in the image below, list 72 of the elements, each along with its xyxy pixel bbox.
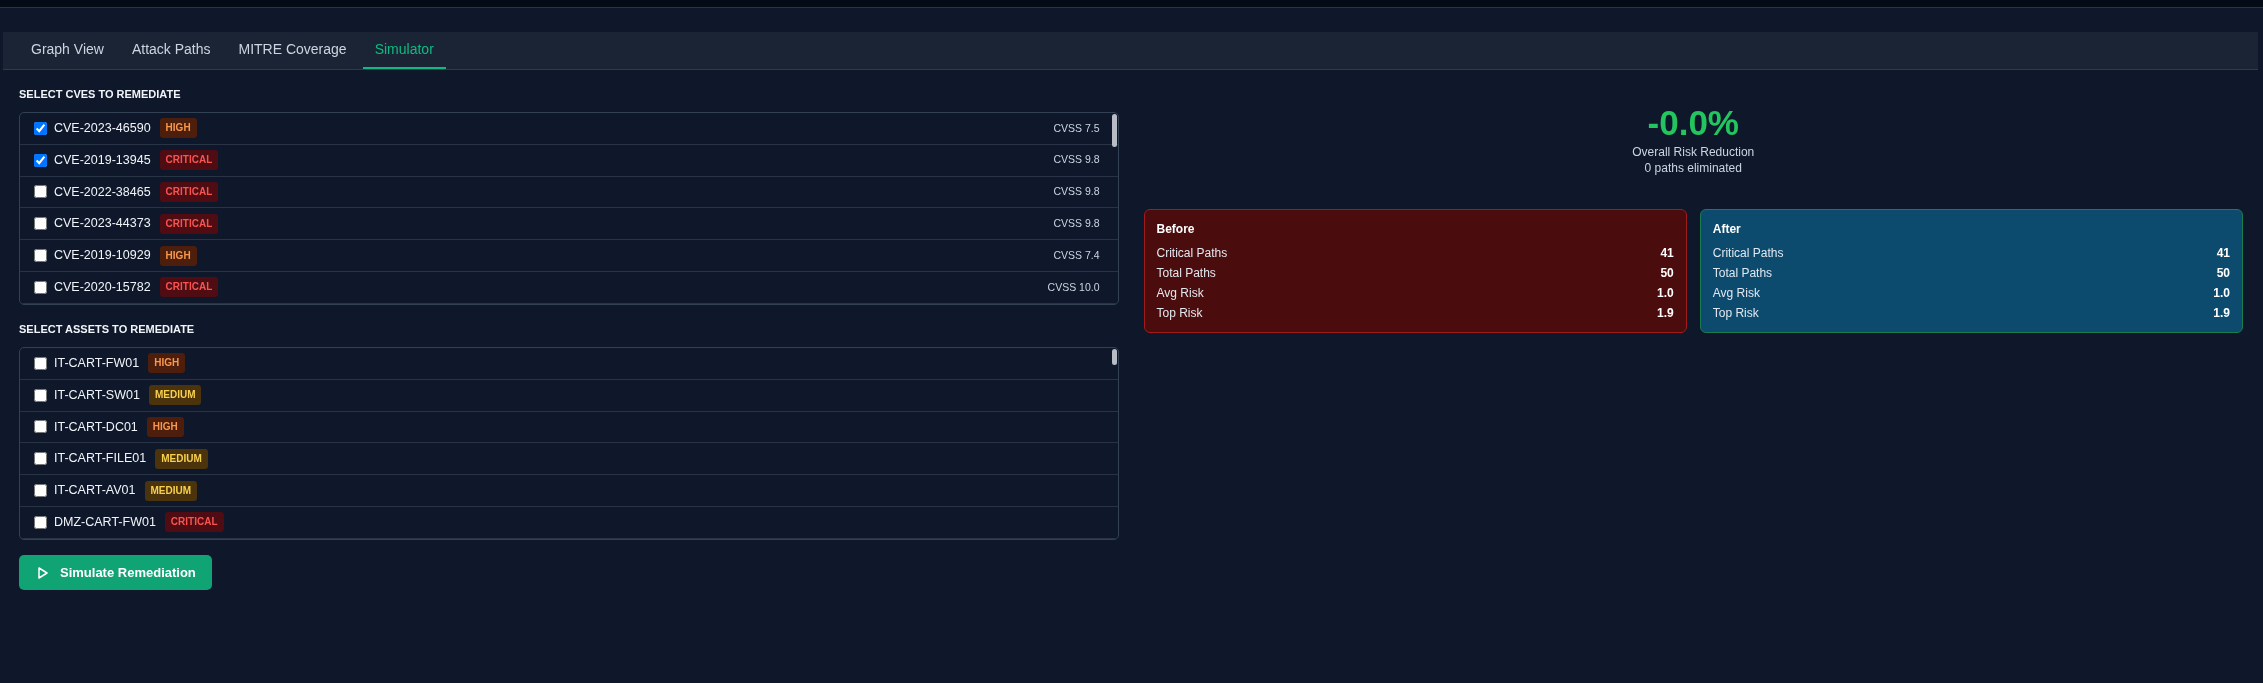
severity-badge: HIGH: [159, 245, 197, 266]
asset-name: IT-CART-AV01: [54, 482, 136, 500]
tab[interactable]: MITRE Coverage: [226, 32, 359, 69]
metric-label: Avg Risk: [1712, 285, 1760, 302]
checkbox[interactable]: [34, 356, 47, 370]
cvss-score: CVSS 9.8: [1053, 184, 1100, 200]
metric-value: 1.9: [2213, 305, 2230, 322]
severity-badge: CRITICAL: [164, 512, 224, 533]
severity-badge: HIGH: [159, 118, 197, 139]
cvss-score: CVSS 7.5: [1053, 120, 1100, 136]
checkbox[interactable]: [34, 484, 47, 498]
asset-name: IT-CART-SW01: [54, 386, 140, 404]
section-heading: SELECT CVES TO REMEDIATE: [19, 87, 181, 102]
risk-reduction-value: -0.0%: [1647, 102, 1739, 144]
metric-label: Total Paths: [1156, 265, 1216, 282]
metric-label: Total Paths: [1712, 265, 1773, 282]
metric-value: 1.0: [1657, 285, 1674, 302]
metric-value: 41: [2216, 245, 2230, 262]
cve-id: CVE-2019-13945: [54, 151, 151, 169]
severity-badge: CRITICAL: [159, 277, 219, 298]
cvss-score: CVSS 10.0: [1047, 279, 1100, 295]
checkbox[interactable]: [34, 515, 47, 529]
section-heading: SELECT ASSETS TO REMEDIATE: [19, 322, 195, 337]
metric-label: Critical Paths: [1156, 245, 1228, 262]
checkbox[interactable]: [34, 185, 47, 199]
metric-label: Top Risk: [1156, 305, 1203, 322]
cve-id: CVE-2022-38465: [54, 183, 151, 201]
checkbox[interactable]: [34, 420, 47, 434]
metric-value: 1.9: [1657, 305, 1674, 322]
cve-id: CVE-2019-10929: [54, 247, 151, 265]
asset-name: IT-CART-DC01: [54, 418, 138, 436]
severity-badge: CRITICAL: [159, 213, 219, 234]
cve-id: CVE-2023-44373: [54, 215, 151, 233]
checkbox[interactable]: [34, 280, 47, 294]
cvss-score: CVSS 7.4: [1053, 247, 1100, 263]
checkbox[interactable]: [34, 121, 47, 135]
metric-value: 41: [1660, 245, 1674, 262]
paths-eliminated-text: 0 paths eliminated: [1644, 160, 1742, 176]
tab[interactable]: Simulator: [362, 32, 446, 69]
checkbox[interactable]: [34, 388, 47, 402]
cvss-score: CVSS 9.8: [1053, 152, 1100, 168]
metric-value: 50: [1660, 265, 1674, 282]
severity-badge: CRITICAL: [159, 150, 219, 171]
checkbox[interactable]: [34, 249, 47, 263]
tab[interactable]: Graph View: [19, 32, 116, 69]
risk-reduction-label: Overall Risk Reduction: [1632, 144, 1755, 160]
scrollbar-thumb[interactable]: [1111, 114, 1117, 147]
cvss-score: CVSS 9.8: [1053, 215, 1100, 231]
metric-label: Avg Risk: [1156, 285, 1204, 302]
tab[interactable]: Attack Paths: [119, 32, 223, 69]
card-title: After: [1712, 221, 1741, 238]
cve-id: CVE-2020-15782: [54, 279, 151, 296]
scrollbar-thumb[interactable]: [1111, 349, 1117, 365]
metric-value: 50: [2216, 265, 2230, 282]
checkbox[interactable]: [34, 217, 47, 231]
severity-badge: MEDIUM: [155, 448, 208, 469]
checkbox[interactable]: [34, 452, 47, 466]
metric-label: Critical Paths: [1712, 245, 1784, 262]
checkbox[interactable]: [34, 153, 47, 167]
card-title: Before: [1156, 221, 1195, 238]
asset-name: DMZ-CART-FW01: [54, 514, 156, 531]
severity-badge: MEDIUM: [148, 385, 202, 406]
metric-value: 1.0: [2213, 285, 2230, 302]
cve-id: CVE-2023-46590: [54, 120, 151, 137]
play-icon: [38, 566, 48, 579]
metric-label: Top Risk: [1712, 305, 1759, 322]
severity-badge: HIGH: [146, 417, 184, 437]
severity-badge: MEDIUM: [144, 480, 198, 501]
severity-badge: CRITICAL: [159, 182, 219, 202]
asset-name: IT-CART-FW01: [54, 355, 140, 372]
asset-name: IT-CART-FILE01: [54, 450, 147, 468]
severity-badge: HIGH: [148, 353, 186, 374]
